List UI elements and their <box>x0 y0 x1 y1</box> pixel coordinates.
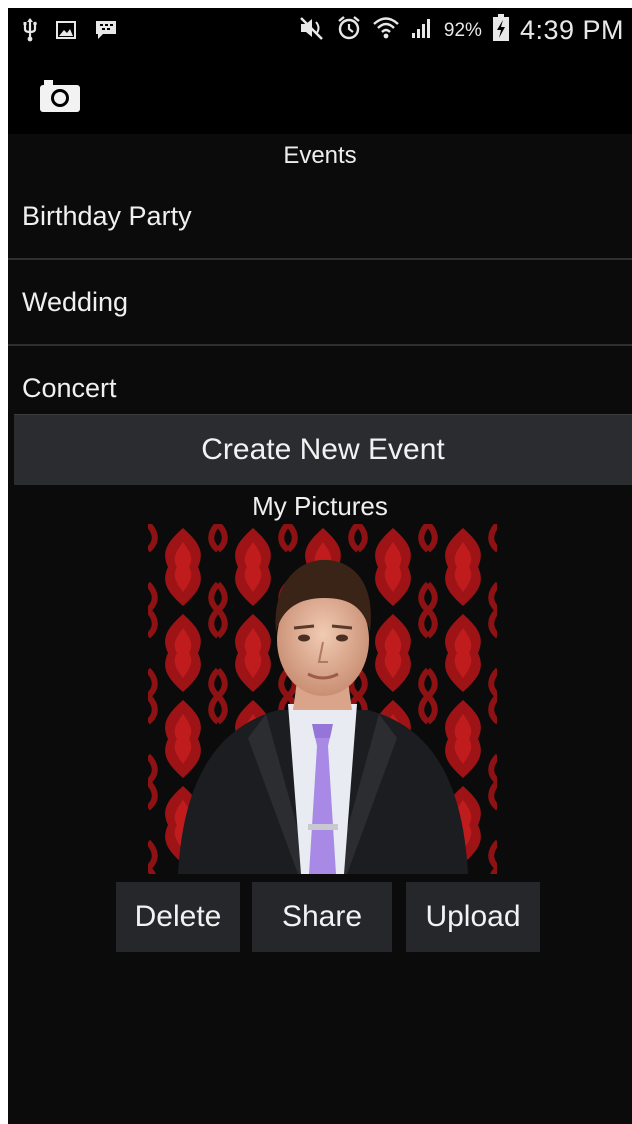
wifi-icon <box>372 15 400 46</box>
app-screen: 92% 4:39 PM Events Birthday Party Weddin… <box>8 8 632 1124</box>
battery-percent: 92% <box>443 19 482 41</box>
my-pictures-header: My Pictures <box>252 491 388 521</box>
picture-actions: Delete Share Upload <box>8 882 632 952</box>
camera-icon[interactable] <box>38 78 82 114</box>
mute-icon <box>298 15 326 46</box>
upload-button[interactable]: Upload <box>406 882 540 952</box>
status-bar-notifications <box>22 18 118 47</box>
portrait-photo[interactable] <box>148 524 497 874</box>
status-bar: 92% 4:39 PM <box>8 8 632 52</box>
share-button[interactable]: Share <box>252 882 392 952</box>
events-header: Events <box>283 142 357 169</box>
bbm-icon <box>94 19 118 46</box>
event-item-wedding[interactable]: Wedding <box>8 260 632 344</box>
event-item-birthday-party[interactable]: Birthday Party <box>8 174 632 258</box>
status-bar-system: 92% 4:39 PM <box>298 14 624 47</box>
signal-icon <box>410 16 434 45</box>
delete-button[interactable]: Delete <box>116 882 240 952</box>
image-icon <box>56 20 76 45</box>
action-bar <box>8 52 632 134</box>
battery-charging-icon <box>492 14 510 47</box>
alarm-icon <box>336 15 362 46</box>
usb-icon <box>22 18 38 47</box>
clock: 4:39 PM <box>519 15 624 45</box>
create-new-event-button[interactable]: Create New Event <box>14 414 632 485</box>
